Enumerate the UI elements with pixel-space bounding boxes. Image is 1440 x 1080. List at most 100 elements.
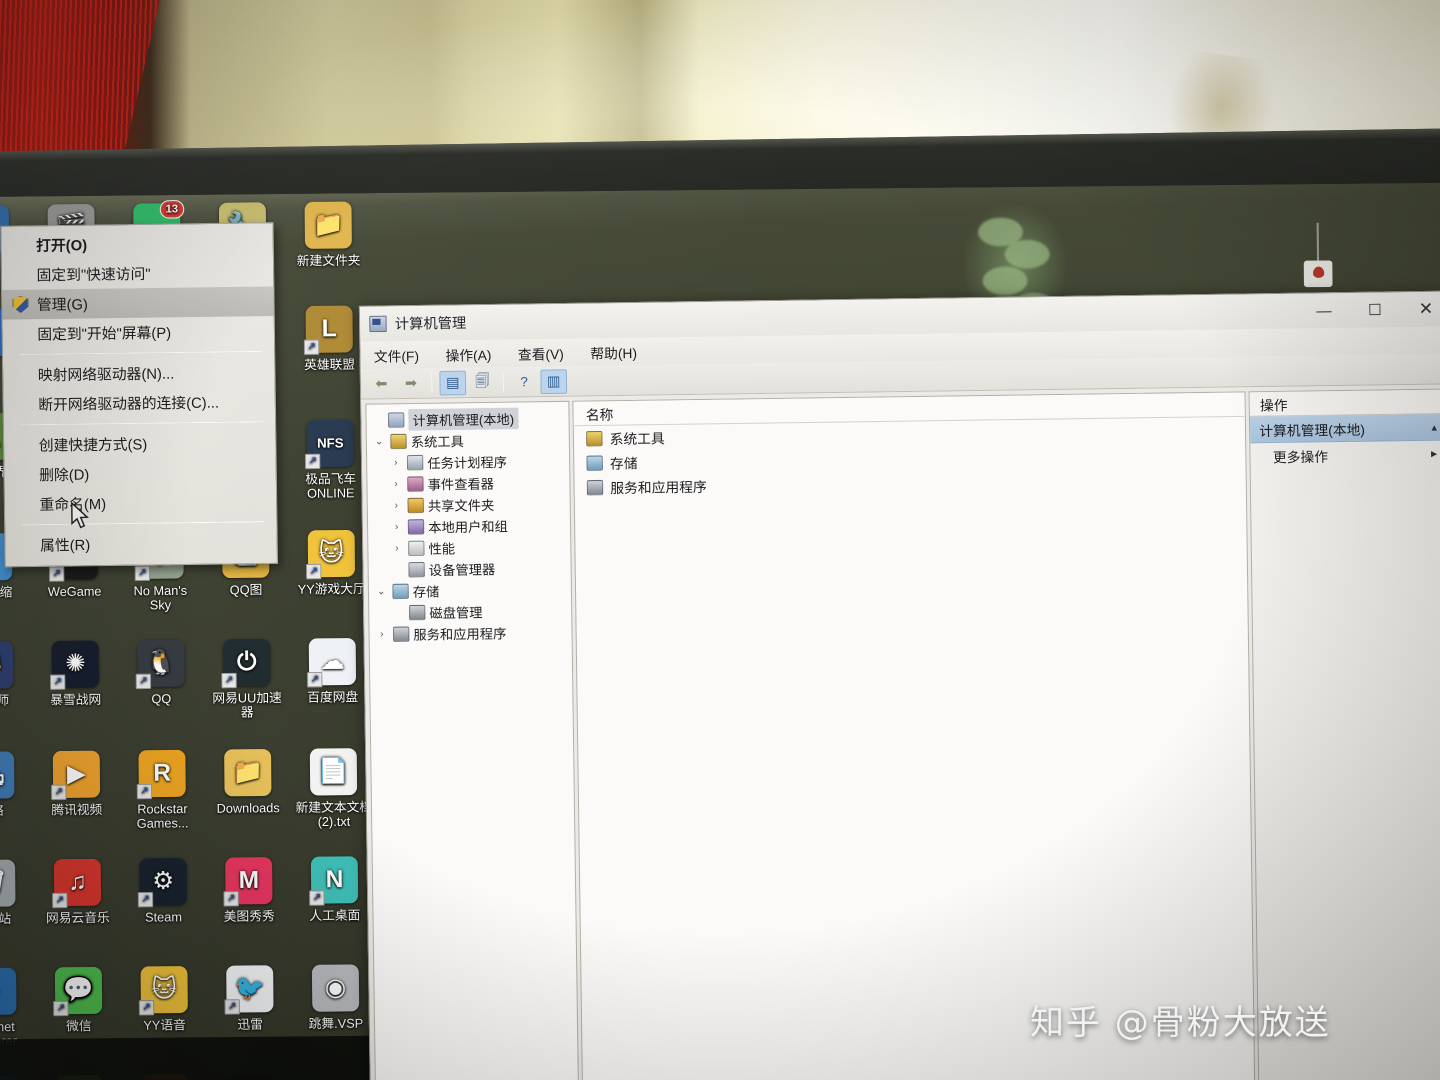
tree-item-label: 设备管理器 bbox=[428, 562, 496, 579]
tree-item[interactable]: ⌄ 存储 bbox=[372, 578, 568, 602]
tree-item[interactable]: ⌄ 系统工具 bbox=[370, 428, 566, 452]
desktop-icon[interactable]: N ↗ 人工桌面 bbox=[290, 856, 378, 923]
desktop-icon-glyph: ◉ bbox=[311, 964, 360, 1012]
context-menu-item[interactable]: 固定到"开始"屏幕(P) bbox=[2, 316, 274, 349]
menubar-item[interactable]: 查看(V) bbox=[515, 340, 567, 365]
desktop-icon[interactable]: R ↗ Rockstar Games... bbox=[118, 749, 206, 831]
shortcut-arrow-icon: ↗ bbox=[223, 891, 239, 907]
details-list-pane[interactable]: 名称 系统工具 存储 服务和应用程序 bbox=[572, 391, 1256, 1080]
tree-item[interactable]: › 本地用户和组 bbox=[371, 514, 567, 538]
desktop-icon[interactable]: M ↗ 美图秀秀 bbox=[205, 857, 293, 924]
desktop-icon[interactable]: 🖧 网络 bbox=[0, 751, 35, 818]
monitor-screen: 🖥🎬13🔧📁新建文件夹VSL↗英雄联盟⛏↗的世界NFS↗极品飞车 ONLINE🧳… bbox=[0, 182, 1440, 1080]
context-menu-item-label: 打开(O) bbox=[36, 237, 88, 255]
storage-icon bbox=[392, 583, 409, 600]
context-menu-item[interactable]: 打开(O) bbox=[1, 227, 273, 260]
desktop-icon[interactable]: ✺ ↗ 暴雪战网 bbox=[31, 640, 119, 707]
chevron-right-icon[interactable]: › bbox=[389, 521, 403, 533]
desktop-icon-glyph: 🗑 bbox=[0, 859, 16, 907]
help-button[interactable]: ? bbox=[511, 369, 538, 394]
chevron-right-icon[interactable]: › bbox=[389, 500, 403, 511]
tree-item-label: 任务计划程序 bbox=[427, 454, 508, 472]
context-menu-item[interactable]: 固定到"快速访问" bbox=[2, 257, 274, 290]
tree-item[interactable]: › 服务和应用程序 bbox=[372, 621, 568, 645]
desktop-icon-label: Steam bbox=[144, 910, 182, 925]
tree-item[interactable]: 磁盘管理 bbox=[372, 600, 568, 624]
desktop-context-menu[interactable]: 打开(O) 固定到"快速访问" 管理(G) 固定到"开始"屏幕(P) 映射网络驱动器(N… bbox=[0, 222, 279, 568]
chevron-down-icon[interactable]: ⌄ bbox=[372, 436, 386, 447]
actions-pane[interactable]: 操作 计算机管理(本地) ▲ 更多操作 ► bbox=[1248, 388, 1440, 1080]
desktop-icon[interactable]: ⏻ ↗ 网易UU加速 器 bbox=[203, 638, 291, 720]
close-button[interactable]: ✕ bbox=[1400, 292, 1440, 327]
desktop-icon[interactable]: ⚙ ↗ Steam bbox=[119, 857, 207, 925]
window-controls[interactable]: — ☐ ✕ bbox=[1298, 292, 1440, 329]
context-menu-item-label: 属性(R) bbox=[39, 537, 91, 555]
tree-item[interactable]: 设备管理器 bbox=[372, 557, 568, 581]
tree-item[interactable]: 计算机管理(本地) bbox=[370, 407, 566, 431]
desktop-icon[interactable]: 🐱 ↗ YY语音 bbox=[120, 966, 208, 1033]
chevron-right-icon[interactable]: ► bbox=[1429, 448, 1439, 459]
tree-item-label: 共享文件夹 bbox=[427, 497, 495, 514]
tree-item-label: 事件查看器 bbox=[427, 476, 495, 493]
tree-item[interactable]: › 共享文件夹 bbox=[371, 493, 567, 517]
context-menu-item[interactable]: 重命名(M) bbox=[5, 486, 277, 519]
chevron-right-icon[interactable]: › bbox=[375, 629, 389, 640]
desktop-icon[interactable]: ▶ ↗ 腾讯视频 bbox=[32, 750, 120, 817]
zhihu-watermark: 知乎 @骨粉大放送 bbox=[1030, 1003, 1331, 1043]
back-button[interactable]: ⬅ bbox=[368, 371, 395, 396]
desktop-icon[interactable]: 📁 新建文件夹 bbox=[284, 201, 372, 268]
forward-button[interactable]: ➡ bbox=[398, 371, 425, 396]
desktop-icon-glyph: 🐱 ↗ bbox=[138, 966, 188, 1016]
chevron-right-icon[interactable]: › bbox=[389, 457, 403, 468]
minimize-button[interactable]: — bbox=[1298, 293, 1349, 328]
shared-folders-icon bbox=[407, 497, 424, 514]
list-row-label: 存储 bbox=[609, 455, 638, 472]
chevron-down-icon[interactable]: ⌄ bbox=[374, 586, 388, 597]
actions-selected-item[interactable]: 计算机管理(本地) ▲ bbox=[1249, 414, 1440, 444]
tree-item[interactable]: › 事件查看器 bbox=[370, 471, 566, 495]
actions-more-actions[interactable]: 更多操作 ► bbox=[1250, 441, 1440, 470]
menubar-item[interactable]: 文件(F) bbox=[371, 342, 423, 367]
export-list-button[interactable]: 🗐 bbox=[469, 370, 496, 395]
desktop-icon-glyph: ▶ ↗ bbox=[51, 750, 101, 801]
chevron-right-icon[interactable]: › bbox=[389, 479, 403, 490]
desktop-icon-glyph: ⏻ ↗ bbox=[221, 638, 271, 689]
show-action-pane-button[interactable]: ▥ bbox=[540, 368, 568, 394]
chevron-right-icon[interactable]: › bbox=[390, 543, 404, 554]
performance-icon bbox=[408, 540, 425, 557]
context-menu-item[interactable]: 映射网络驱动器(N)... bbox=[3, 357, 275, 390]
desktop-icon[interactable]: 👨↗ 鲁大师 bbox=[0, 641, 34, 708]
show-hide-tree-button[interactable]: ▤ bbox=[439, 370, 467, 395]
task-scheduler-icon bbox=[406, 454, 424, 471]
desktop-icon[interactable]: 🐧 ↗ QQ bbox=[117, 639, 205, 706]
shortcut-arrow-icon: ↗ bbox=[304, 453, 321, 470]
desktop-icon-glyph: 🐱 ↗ bbox=[305, 529, 356, 580]
context-menu-item[interactable]: 管理(G) bbox=[2, 286, 274, 320]
notification-badge: 13 bbox=[159, 200, 185, 219]
desktop-icon[interactable]: 📁 Downloads bbox=[204, 749, 292, 816]
desktop-icon[interactable]: ♫ ↗ 网易云音乐 bbox=[33, 858, 121, 926]
menubar-item[interactable]: 帮助(H) bbox=[587, 339, 640, 364]
desktop-icon[interactable]: 🗑 回收站 bbox=[0, 859, 36, 926]
context-menu-item[interactable]: 属性(R) bbox=[5, 527, 277, 560]
tree-item[interactable]: › 性能 bbox=[371, 535, 567, 559]
tree-item-label: 本地用户和组 bbox=[428, 518, 508, 536]
desktop-icon[interactable]: eInternet Explorer bbox=[0, 967, 37, 1049]
list-rows[interactable]: 系统工具 存储 服务和应用程序 bbox=[574, 417, 1246, 500]
tree-item[interactable]: › 任务计划程序 bbox=[370, 450, 566, 474]
menubar-item[interactable]: 操作(A) bbox=[442, 341, 494, 366]
console-tree-pane[interactable]: 计算机管理(本地) ⌄ 系统工具 › 任务计划程序 › 事件查看器 › 共享文件夹 › 本地用户和组… bbox=[365, 400, 580, 1080]
computer-management-window[interactable]: 计算机管理 — ☐ ✕ 文件(F) 操作(A) 查看(V) 帮助(H) ⬅ ➡ ▤ 🗐? ▥ … bbox=[358, 290, 1440, 1080]
maximize-button[interactable]: ☐ bbox=[1349, 292, 1400, 327]
context-menu-item[interactable]: 断开网络驱动器的连接(C)... bbox=[3, 386, 275, 419]
shortcut-arrow-icon: ↗ bbox=[309, 890, 325, 906]
desktop-icon[interactable]: ◉ 跳舞.VSP bbox=[291, 964, 379, 1031]
desktop-icon[interactable]: 🐦 ↗ 迅雷 bbox=[206, 965, 294, 1032]
desktop-icon-glyph: 💬 ↗ bbox=[53, 966, 103, 1017]
context-menu-item[interactable]: 删除(D) bbox=[4, 457, 276, 490]
shortcut-arrow-icon: ↗ bbox=[307, 672, 323, 688]
desktop-icon-label: QQ bbox=[151, 691, 172, 707]
desktop-icon[interactable]: 💬 ↗ 微信 bbox=[34, 966, 122, 1034]
chevron-up-icon[interactable]: ▲ bbox=[1430, 422, 1439, 432]
context-menu-item[interactable]: 创建快捷方式(S) bbox=[4, 427, 276, 460]
